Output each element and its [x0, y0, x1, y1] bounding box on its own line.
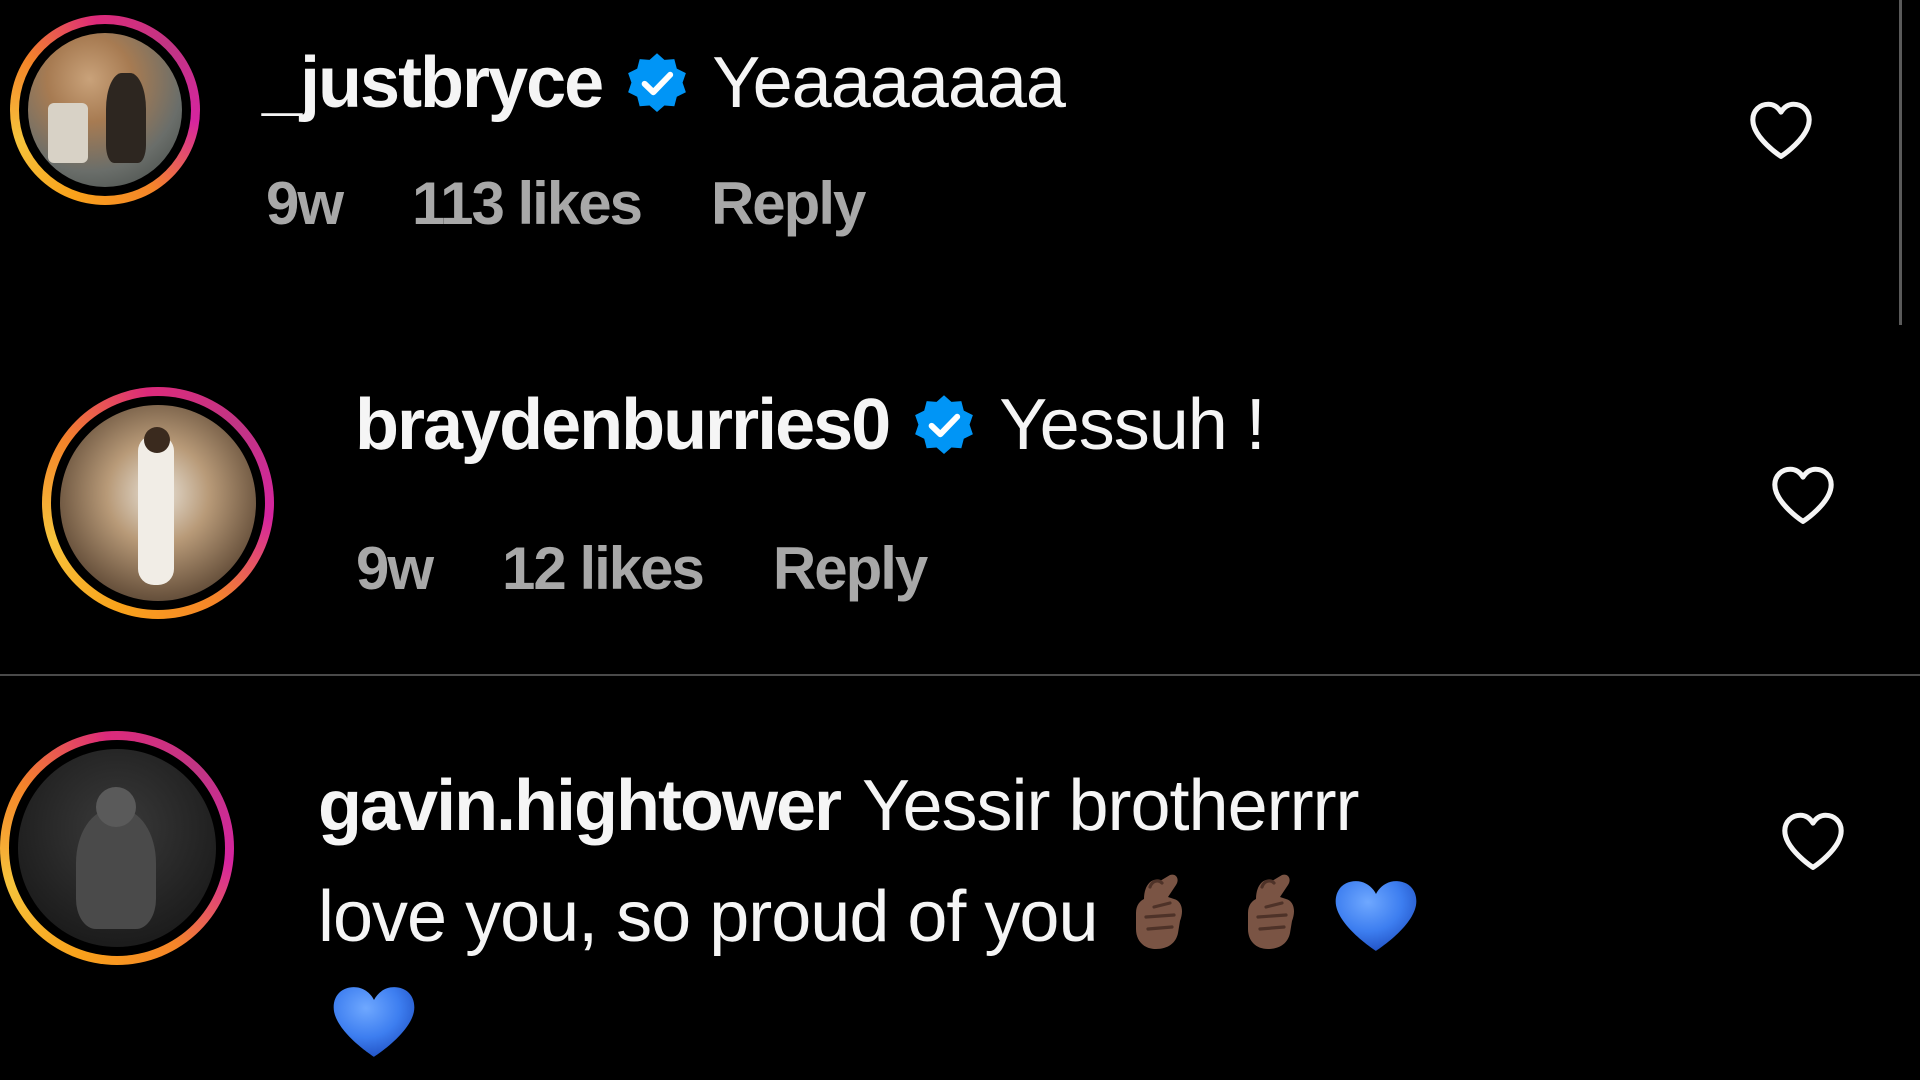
- heart-outline-icon[interactable]: [1746, 100, 1816, 162]
- verified-badge-icon: [628, 53, 687, 113]
- avatar: [60, 405, 256, 601]
- comment-age: 9w: [356, 534, 434, 602]
- reply-button[interactable]: Reply: [711, 169, 866, 238]
- avatar: [28, 33, 182, 187]
- story-ring[interactable]: [10, 15, 200, 205]
- story-ring[interactable]: [0, 731, 234, 965]
- crossed-fingers-emoji-icon: [1247, 874, 1294, 949]
- comment-text-continued: love you, so proud of you: [318, 871, 1420, 966]
- comment-username[interactable]: gavin.hightower: [318, 765, 842, 847]
- comment-username[interactable]: braydenburries0: [355, 384, 891, 466]
- comment-text: Yessuh !: [999, 385, 1266, 465]
- comment-likes-count[interactable]: 113 likes: [412, 169, 643, 238]
- comment-text: Yeaaaaaaa: [712, 43, 1066, 123]
- comment-text-continued-2: [330, 982, 418, 1077]
- verified-badge-icon: [915, 395, 974, 455]
- comment-age: 9w: [266, 169, 344, 237]
- avatar: [18, 749, 216, 947]
- blue-heart-emoji-icon: [1335, 881, 1416, 951]
- comment-username[interactable]: _justbryce: [262, 42, 604, 124]
- story-ring[interactable]: [42, 387, 274, 619]
- heart-outline-icon[interactable]: [1768, 465, 1838, 527]
- crossed-fingers-emoji-icon: [1135, 874, 1182, 949]
- comment-item: gavin.hightower Yessir brotherrrr love y…: [0, 676, 1920, 1080]
- comment-item: braydenburries0 Yessuh ! 9w 12 likes Rep…: [0, 365, 1920, 675]
- comment-text: Yessir brotherrrr: [862, 766, 1359, 846]
- heart-outline-icon[interactable]: [1778, 811, 1848, 873]
- comment-item: _justbryce Yeaaaaaaa 9w 113 likes Reply: [0, 0, 1920, 330]
- blue-heart-emoji-icon: [333, 987, 415, 1057]
- scrollbar[interactable]: [1899, 0, 1902, 325]
- comment-likes-count[interactable]: 12 likes: [502, 534, 705, 603]
- reply-button[interactable]: Reply: [773, 534, 928, 603]
